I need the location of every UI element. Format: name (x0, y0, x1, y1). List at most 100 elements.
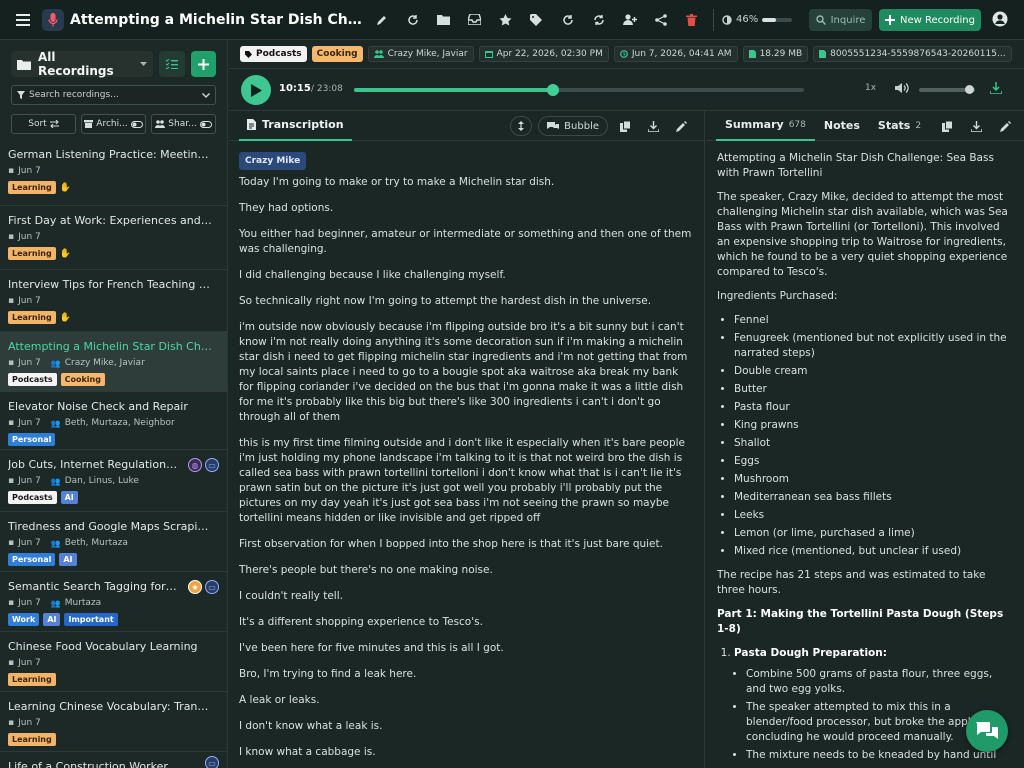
battery-indicator: 46% (722, 14, 794, 25)
list-view-button[interactable] (159, 51, 185, 77)
share-button[interactable] (645, 0, 676, 40)
toggle-icon (130, 120, 143, 128)
current-time: 10:15 (279, 83, 311, 94)
add-participant-button[interactable] (614, 0, 645, 40)
seek-bar[interactable] (354, 84, 804, 96)
tag-personal[interactable]: Personal (8, 553, 56, 566)
meta-tag-podcasts[interactable]: Podcasts (240, 46, 307, 62)
recording-list-item[interactable]: Attempting a Michelin Star Dish Challeng… (0, 332, 227, 392)
recording-date: Jun 7 (18, 232, 41, 242)
tag-learning[interactable]: Learning (8, 673, 56, 686)
edit-icon (999, 120, 1011, 132)
edit-title-button[interactable] (366, 0, 397, 40)
tag-ai[interactable]: AI (59, 553, 77, 566)
recording-list-item[interactable]: Interview Tips for French Teaching Posit… (0, 270, 227, 332)
redo-button[interactable] (552, 0, 583, 40)
sort-button[interactable]: Sort (11, 114, 76, 134)
tab-summary[interactable]: Summary 678 (716, 111, 815, 141)
meta-tag-cooking[interactable]: Cooking (311, 46, 363, 62)
recording-meta: ▪ Jun 7 👥 Dan, Linus, Luke (8, 476, 219, 487)
edit-transcript-button[interactable] (670, 115, 692, 137)
recording-title: Attempting a Michelin Star Dish Challeng… (70, 11, 366, 28)
volume-handle[interactable] (965, 85, 975, 94)
tag-podcasts[interactable]: Podcasts (8, 373, 57, 386)
transcript-paragraph: I couldn't really tell. (239, 590, 343, 602)
recording-list-item[interactable]: German Listening Practice: Meeting New P… (0, 144, 227, 206)
inquire-button[interactable]: Inquire (809, 9, 872, 31)
substep-item: The mixture needs to be kneaded by hand … (746, 748, 1013, 763)
transcript-paragraph: I've been here for five minutes and this… (239, 642, 504, 654)
recording-list-item[interactable]: First Day at Work: Experiences and Chall… (0, 206, 227, 270)
inbox-icon: ▭ (205, 458, 219, 472)
star-button[interactable] (490, 0, 521, 40)
tag-important[interactable]: Important (64, 613, 118, 626)
tag-personal[interactable]: Personal (8, 433, 56, 446)
inbox-button[interactable] (459, 0, 490, 40)
archive-filter-button[interactable]: Archi... (81, 114, 146, 134)
recording-participants: Beth, Murtaza (64, 538, 128, 548)
recording-participants: Crazy Mike, Javiar (64, 358, 145, 368)
meta-participants[interactable]: Crazy Mike, Javiar (367, 46, 474, 62)
move-folder-button[interactable] (428, 0, 459, 40)
add-recording-button[interactable] (191, 51, 216, 77)
copy-summary-button[interactable] (936, 115, 958, 137)
tab-stats[interactable]: Stats 2 (869, 111, 930, 141)
recording-date: Jun 7 (18, 418, 41, 428)
recording-list-item[interactable]: Elevator Noise Check and Repair ▪ Jun 7 👥 Be… (0, 392, 227, 450)
account-button[interactable] (990, 10, 1010, 30)
download-summary-button[interactable] (965, 115, 987, 137)
edit-summary-button[interactable] (994, 115, 1016, 137)
playback-speed-button[interactable]: 1x (865, 83, 876, 93)
recording-list-item[interactable]: Learning Chinese Vocabulary: Transportat… (0, 692, 227, 752)
recording-list-item[interactable]: Job Cuts, Internet Regulations, and Tech… (0, 450, 227, 512)
recording-list-item[interactable]: Tiredness and Google Maps Scraping Ideas… (0, 512, 227, 572)
bubble-view-button[interactable]: Bubble (538, 116, 608, 136)
recordings-list: German Listening Practice: Meeting New P… (0, 144, 227, 768)
tag-learning[interactable]: Learning (8, 733, 56, 746)
tag-button[interactable] (521, 0, 552, 40)
tag-podcasts[interactable]: Podcasts (8, 491, 57, 504)
recording-list-item[interactable]: Semantic Search Tagging for Transcripts ▪… (0, 572, 227, 632)
recording-list-item[interactable]: Chinese Food Vocabulary Learning ▪ Jun 7 Le… (0, 632, 227, 692)
play-button[interactable] (241, 75, 271, 105)
transcript-paragraph: Bro, I'm trying to find a leak here. (239, 668, 417, 680)
search-input[interactable] (29, 90, 198, 100)
top-bar: Attempting a Michelin Star Dish Challeng… (0, 0, 1024, 40)
volume-slider[interactable] (919, 85, 975, 94)
download-audio-button[interactable] (990, 82, 1002, 97)
users-icon: 👥 (50, 419, 61, 428)
chat-assistant-button[interactable] (966, 710, 1008, 752)
menu-icon (16, 13, 30, 26)
new-recording-button[interactable]: New Recording (879, 9, 981, 31)
microphone-icon (42, 8, 64, 31)
recording-title: Learning Chinese Vocabulary: Transportat… (8, 700, 214, 713)
speaker-label[interactable]: Crazy Mike (239, 152, 307, 170)
meta-created-date: Apr 22, 2026, 02:30 PM (478, 46, 609, 62)
recordings-folder-select[interactable]: All Recordings (11, 50, 153, 78)
substep-item: Combine 500 grams of pasta flour, three … (746, 667, 1013, 697)
delete-button[interactable] (676, 0, 707, 40)
tag-learning[interactable]: Learning (8, 311, 56, 324)
tab-transcription[interactable]: Transcription (239, 111, 352, 141)
transcription-tab-bar: Transcription Bubble (229, 111, 704, 141)
tag-learning[interactable]: Learning (8, 247, 56, 260)
document-icon (247, 119, 256, 130)
menu-button[interactable] (6, 0, 40, 40)
search-box[interactable] (11, 85, 216, 105)
sync-button[interactable] (583, 0, 614, 40)
reprocess-button[interactable] (397, 0, 428, 40)
recording-list-item[interactable]: Life of a Construction Worker ▭ (0, 752, 227, 768)
tag-work[interactable]: Work (8, 613, 40, 626)
tab-notes[interactable]: Notes (815, 111, 869, 141)
volume-button[interactable] (895, 82, 909, 97)
tag-ai[interactable]: AI (43, 613, 61, 626)
tag-cooking[interactable]: Cooking (60, 373, 105, 386)
download-transcript-button[interactable] (642, 115, 664, 137)
tag-learning[interactable]: Learning (8, 181, 56, 194)
meta-tag-label: Podcasts (256, 49, 302, 59)
seek-handle[interactable] (547, 84, 560, 96)
shared-filter-button[interactable]: Shar... (151, 114, 216, 134)
reorder-button[interactable] (510, 116, 533, 136)
copy-transcript-button[interactable] (614, 115, 636, 137)
tag-ai[interactable]: AI (60, 491, 78, 504)
